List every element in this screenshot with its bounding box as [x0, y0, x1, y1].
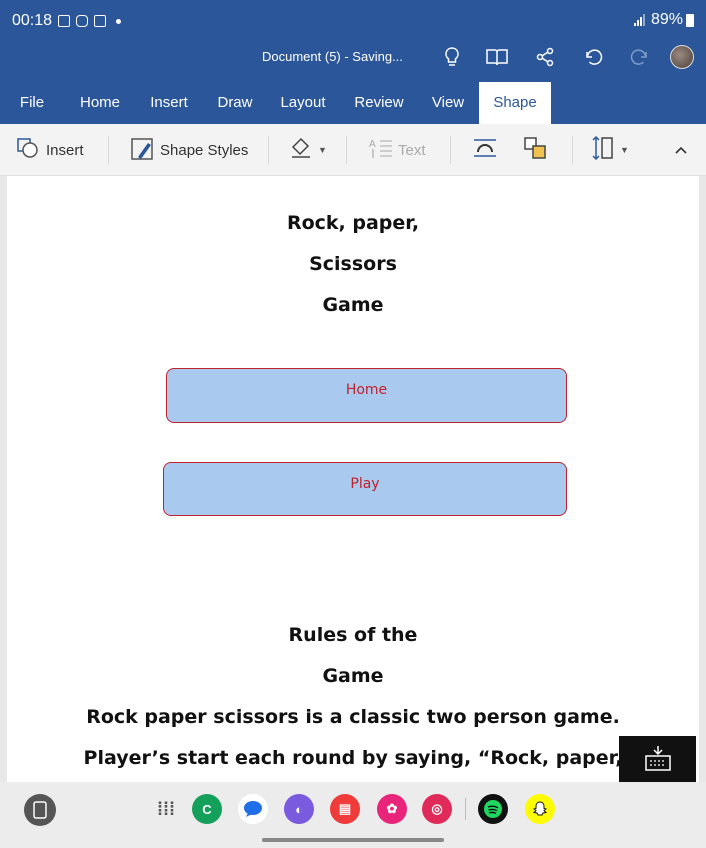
text-label: Text: [398, 141, 426, 159]
tab-layout[interactable]: Layout: [272, 82, 334, 124]
signal-icon: [633, 14, 645, 26]
tab-file[interactable]: File: [8, 82, 56, 124]
phone-app-icon[interactable]: C: [192, 794, 222, 824]
messages-app-icon[interactable]: [238, 794, 268, 824]
wrap-text-icon: [472, 137, 498, 163]
rules-heading-line: Game: [322, 665, 384, 687]
tab-home[interactable]: Home: [68, 82, 132, 124]
camera-app-icon[interactable]: ◎: [422, 794, 452, 824]
document-title[interactable]: Document (5) - Saving...: [262, 49, 403, 64]
app-notification-icon: [94, 15, 107, 27]
svg-text:A: A: [369, 139, 376, 150]
chevron-down-icon: ▼: [620, 145, 629, 155]
ribbon-divider: [268, 136, 269, 164]
tab-shape[interactable]: Shape: [479, 82, 551, 124]
instagram-notification-icon: [76, 15, 89, 27]
shape-height-icon: [592, 135, 616, 165]
paint-bucket-icon: [290, 137, 314, 163]
shape-styles-label: Shape Styles: [160, 141, 249, 159]
shape-ribbon: Insert Shape Styles ▼ A Text ▼: [0, 124, 706, 176]
home-gesture-bar[interactable]: [262, 838, 444, 842]
doc-title-line: Rock, paper,: [286, 212, 420, 234]
blossom-app-icon[interactable]: ✿: [377, 794, 407, 824]
document-page[interactable]: Rock, paper, Scissors Game Home Play Rul…: [7, 176, 699, 782]
recents-app-icon[interactable]: [24, 794, 56, 826]
wrap-text-button[interactable]: [472, 124, 498, 176]
play-shape-button[interactable]: Play: [163, 462, 567, 516]
doc-title-line: Game: [322, 294, 384, 316]
insert-shape-icon: [16, 137, 40, 163]
internet-app-icon[interactable]: ◐: [284, 794, 314, 824]
battery-percent: 89%: [650, 11, 683, 28]
ribbon-divider: [108, 136, 109, 164]
text-direction-icon: A: [368, 137, 394, 163]
shape-styles-button[interactable]: Shape Styles: [130, 124, 248, 176]
ribbon-tabs: File Home Insert Draw Layout Review View…: [0, 82, 706, 124]
show-keyboard-button[interactable]: [619, 736, 696, 782]
book-icon[interactable]: [484, 44, 510, 70]
taskbar-divider: [465, 798, 466, 820]
shape-fill-button[interactable]: ▼: [290, 124, 327, 176]
chevron-up-icon: [674, 142, 688, 159]
keyboard-icon: [644, 746, 671, 771]
body-text-line: Player’s start each round by saying, “Ro…: [83, 747, 623, 769]
redo-icon[interactable]: [627, 44, 653, 70]
share-icon[interactable]: [532, 44, 558, 70]
doc-title-line: Scissors: [309, 253, 397, 275]
status-time: 00:18: [12, 12, 53, 29]
arrange-icon: [522, 135, 548, 165]
account-avatar[interactable]: [670, 45, 694, 69]
word-mobile-app: 00:18 89% Document (5) - Saving... File …: [0, 0, 706, 848]
undo-icon[interactable]: [580, 44, 606, 70]
gallery-notification-icon: [58, 15, 71, 27]
insert-label: Insert: [46, 141, 84, 159]
size-button[interactable]: ▼: [592, 124, 629, 176]
flipboard-app-icon[interactable]: ▤: [330, 794, 360, 824]
collapse-ribbon-button[interactable]: [674, 124, 688, 176]
arrange-button[interactable]: [522, 124, 548, 176]
tab-insert[interactable]: Insert: [140, 82, 198, 124]
app-drawer-icon[interactable]: ⁞⁞⁞: [151, 794, 181, 824]
more-notifications-icon: [116, 18, 122, 24]
shape-styles-icon: [130, 135, 156, 165]
tab-draw[interactable]: Draw: [208, 82, 262, 124]
status-right: 89%: [633, 11, 694, 29]
status-bar: 00:18: [12, 11, 122, 31]
rules-heading-line: Rules of the: [288, 624, 418, 646]
spotify-app-icon[interactable]: [478, 794, 508, 824]
tab-review[interactable]: Review: [344, 82, 414, 124]
battery-icon: [686, 13, 694, 27]
ribbon-divider: [346, 136, 347, 164]
home-shape-button[interactable]: Home: [166, 368, 567, 423]
lightbulb-icon[interactable]: [439, 44, 465, 70]
ribbon-divider: [450, 136, 451, 164]
text-direction-button[interactable]: A Text: [368, 124, 426, 176]
tab-view[interactable]: View: [424, 82, 472, 124]
insert-shape-button[interactable]: Insert: [16, 124, 84, 176]
chevron-down-icon: ▼: [318, 145, 327, 155]
ribbon-divider: [572, 136, 573, 164]
body-text-line: Rock paper scissors is a classic two per…: [86, 706, 620, 728]
snapchat-app-icon[interactable]: [525, 794, 555, 824]
